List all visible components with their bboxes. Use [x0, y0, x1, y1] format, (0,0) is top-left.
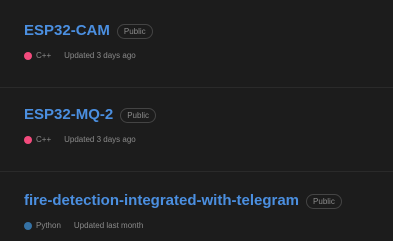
language-label: Python	[36, 221, 61, 230]
repo-item-esp32-cam: ESP32-CAM Public C++ Updated 3 days ago	[24, 21, 393, 62]
repository-list: ESP32-CAM Public C++ Updated 3 days ago …	[0, 0, 393, 241]
language-label: C++	[36, 135, 52, 144]
updated-timestamp: Updated 3 days ago	[64, 51, 136, 60]
repo-title-row: ESP32-MQ-2 Public	[24, 105, 393, 125]
language-label: C++	[36, 51, 52, 60]
visibility-badge: Public	[116, 23, 153, 39]
language-color-dot	[24, 52, 32, 60]
repo-title-row: fire-detection-integrated-with-telegram …	[24, 191, 393, 211]
repo-meta-row: Python Updated last month	[24, 220, 393, 232]
repo-meta-row: C++ Updated 3 days ago	[24, 50, 393, 62]
visibility-badge: Public	[306, 193, 342, 209]
language-color-dot	[24, 136, 32, 144]
updated-timestamp: Updated last month	[73, 221, 144, 230]
repo-meta-row: C++ Updated 3 days ago	[24, 134, 393, 146]
visibility-badge: Public	[120, 107, 156, 123]
repo-item-fire-detection: fire-detection-integrated-with-telegram …	[24, 191, 393, 232]
repo-name-link[interactable]: ESP32-MQ-2	[24, 105, 113, 125]
repo-name-link[interactable]: ESP32-CAM	[24, 21, 110, 41]
repo-name-link[interactable]: fire-detection-integrated-with-telegram	[24, 191, 299, 211]
repo-item-esp32-mq-2: ESP32-MQ-2 Public C++ Updated 3 days ago	[24, 105, 393, 146]
updated-timestamp: Updated 3 days ago	[64, 135, 136, 144]
repo-title-row: ESP32-CAM Public	[24, 21, 393, 41]
divider	[0, 87, 393, 88]
divider	[0, 171, 393, 172]
language-color-dot	[24, 222, 32, 230]
